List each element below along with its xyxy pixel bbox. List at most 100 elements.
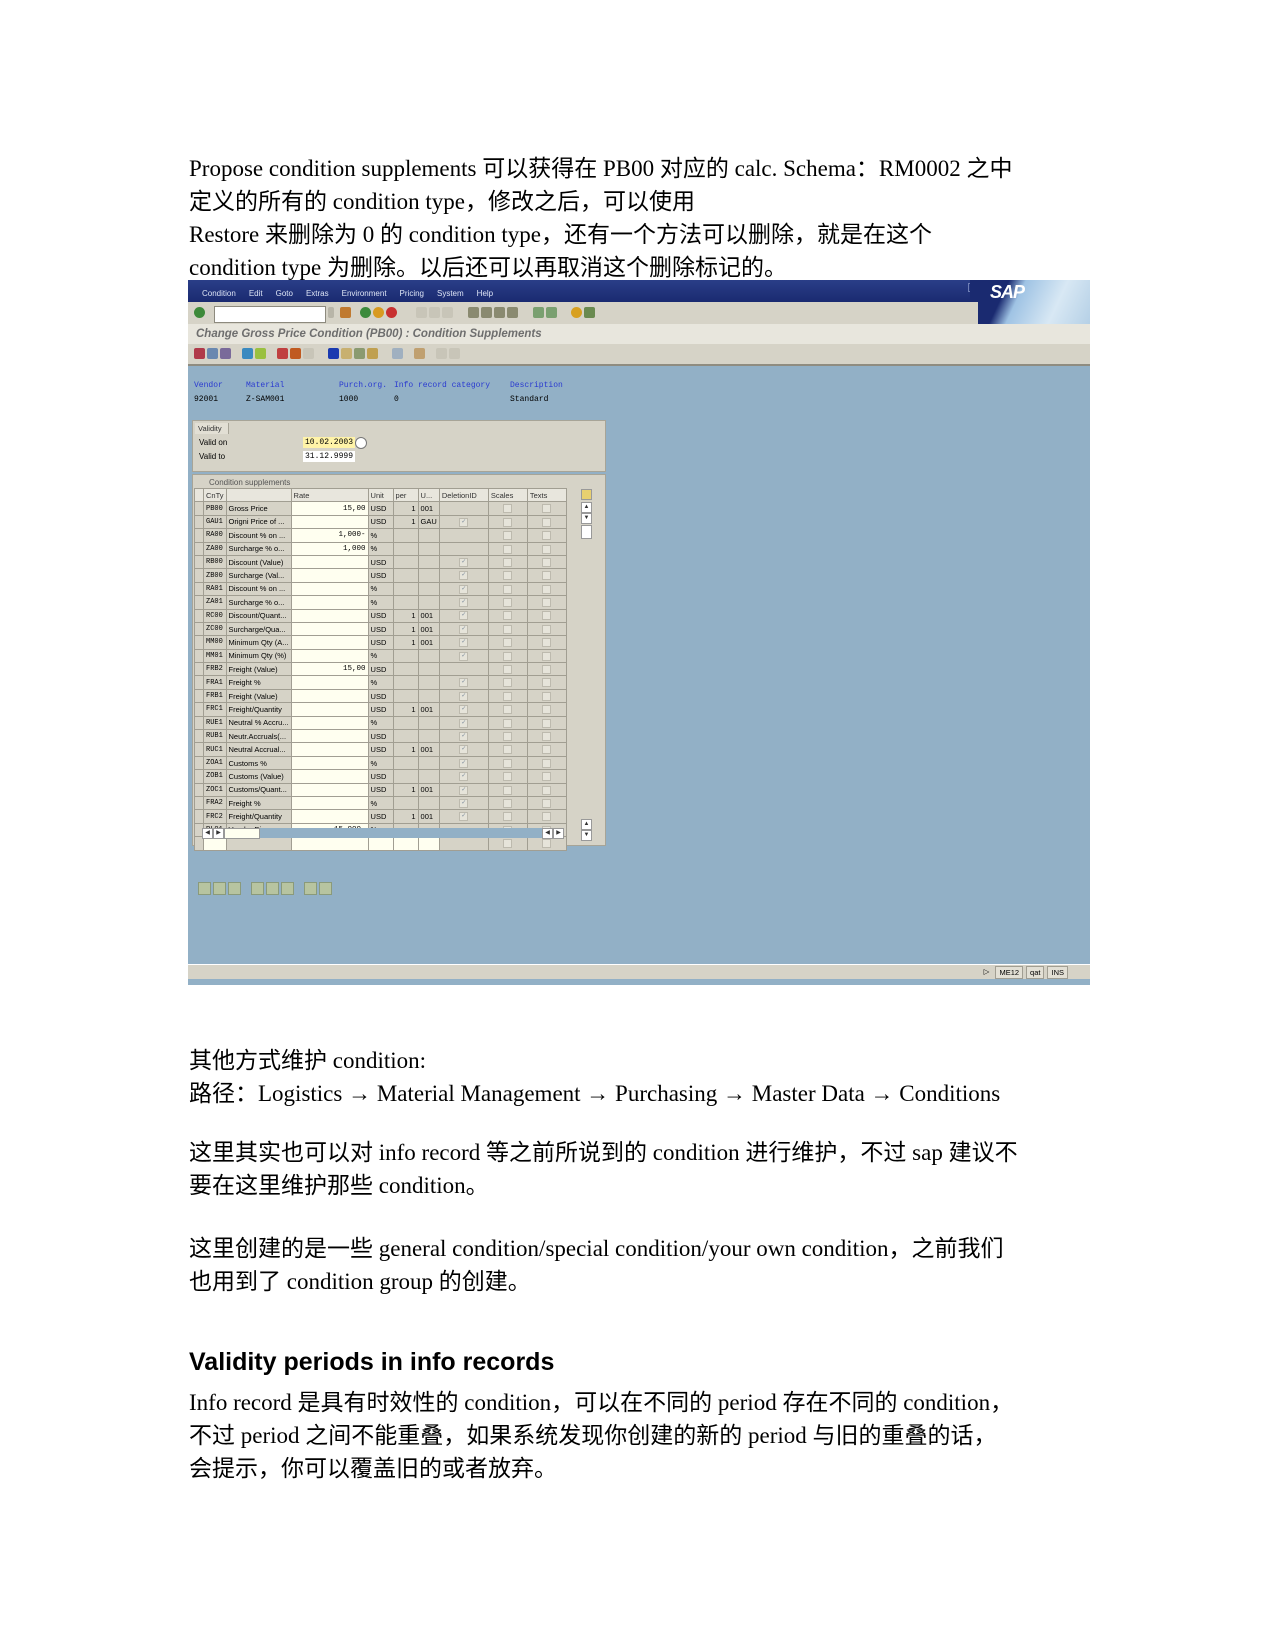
texts-checkbox[interactable] bbox=[542, 624, 552, 634]
table-row[interactable]: PB00 Gross Price 15,00 USD 1 001 bbox=[194, 501, 567, 516]
table-row[interactable]: FRB1 Freight (Value) USD ✓ bbox=[194, 688, 567, 704]
texts-checkbox[interactable] bbox=[542, 665, 552, 675]
deletion-checkbox[interactable]: ✓ bbox=[459, 571, 469, 581]
table-row[interactable]: ZOA1 Customs %% ✓ bbox=[194, 755, 567, 771]
texts-checkbox[interactable] bbox=[542, 798, 552, 808]
deletion-checkbox[interactable]: ✓ bbox=[459, 651, 469, 661]
scales-checkbox[interactable] bbox=[503, 785, 513, 795]
rate-input[interactable] bbox=[290, 554, 369, 570]
rate-input[interactable] bbox=[290, 702, 369, 717]
texts-cell[interactable] bbox=[526, 688, 567, 704]
rate-input[interactable] bbox=[290, 769, 369, 784]
deletion-id-cell[interactable] bbox=[438, 836, 489, 851]
deletion-id-cell[interactable]: ✓ bbox=[438, 635, 489, 650]
horizontal-scrollbar[interactable]: ◀ ▶ ◀ ▶ bbox=[202, 828, 564, 839]
scales-checkbox[interactable] bbox=[503, 598, 513, 608]
row-selector[interactable] bbox=[194, 675, 204, 690]
scales-checkbox[interactable] bbox=[503, 745, 513, 755]
cancel-icon[interactable] bbox=[386, 307, 397, 318]
texts-checkbox[interactable] bbox=[542, 584, 552, 594]
texts-cell[interactable] bbox=[526, 648, 567, 664]
texts-checkbox[interactable] bbox=[542, 758, 552, 768]
texts-checkbox[interactable] bbox=[542, 504, 552, 514]
rate-input[interactable] bbox=[290, 809, 369, 824]
sort-descending-icon[interactable] bbox=[319, 882, 332, 895]
table-row[interactable]: FRC2 Freight/Quantity USD 1 001 ✓ bbox=[194, 809, 567, 824]
table-row[interactable]: FRA2 Freight %% ✓ bbox=[194, 795, 567, 811]
texts-checkbox[interactable] bbox=[542, 571, 552, 581]
rate-input[interactable]: 15,00 bbox=[290, 662, 369, 677]
texts-cell[interactable] bbox=[526, 755, 567, 771]
deletion-checkbox[interactable]: ✓ bbox=[459, 624, 469, 634]
row-selector[interactable] bbox=[194, 554, 204, 570]
rate-input[interactable] bbox=[290, 836, 369, 851]
row-selector[interactable] bbox=[194, 795, 204, 811]
column-header-unit[interactable]: Unit bbox=[367, 487, 394, 503]
texts-cell[interactable] bbox=[526, 795, 567, 811]
deletion-checkbox[interactable]: ✓ bbox=[459, 758, 469, 768]
deletion-checkbox[interactable]: ✓ bbox=[459, 772, 469, 782]
scales-cell[interactable] bbox=[487, 528, 528, 543]
last-page-icon[interactable] bbox=[507, 307, 518, 318]
table-row[interactable]: ZC00 Surcharge/Qua... USD 1 001 ✓ bbox=[194, 621, 567, 637]
row-selector[interactable] bbox=[194, 568, 204, 583]
scales-checkbox[interactable] bbox=[503, 557, 513, 567]
scales-checkbox[interactable] bbox=[503, 705, 513, 715]
texts-cell[interactable] bbox=[526, 528, 567, 543]
deletion-checkbox[interactable]: ✓ bbox=[459, 557, 469, 567]
previous-record-icon[interactable] bbox=[436, 348, 447, 359]
page-up-button[interactable]: ▲ bbox=[581, 819, 592, 830]
scales-checkbox[interactable] bbox=[503, 839, 513, 849]
scroll-down-button[interactable]: ▼ bbox=[581, 513, 592, 524]
scroll-right-button[interactable]: ▶ bbox=[213, 828, 224, 839]
scales-checkbox[interactable] bbox=[503, 678, 513, 688]
exit-icon[interactable] bbox=[373, 307, 384, 318]
select-all-cell[interactable] bbox=[194, 487, 204, 503]
texts-checkbox[interactable] bbox=[542, 705, 552, 715]
row-selector[interactable] bbox=[194, 755, 204, 771]
table-row[interactable]: FRB2 Freight (Value) 15,00 USD bbox=[194, 662, 567, 677]
table-row[interactable]: RUC1 Neutral Accrual... USD 1 001 ✓ bbox=[194, 742, 567, 757]
scales-checkbox[interactable] bbox=[503, 665, 513, 675]
deletion-id-cell[interactable]: ✓ bbox=[438, 769, 489, 784]
find-next-icon[interactable] bbox=[442, 307, 453, 318]
edit-icon[interactable] bbox=[303, 348, 314, 359]
deletion-checkbox[interactable]: ✓ bbox=[459, 785, 469, 795]
table-row[interactable]: MM01 Minimum Qty (%)% ✓ bbox=[194, 648, 567, 664]
deletion-checkbox[interactable]: ✓ bbox=[459, 584, 469, 594]
deletion-id-cell[interactable]: ✓ bbox=[438, 782, 489, 797]
row-selector[interactable] bbox=[194, 769, 204, 784]
texts-checkbox[interactable] bbox=[542, 691, 552, 701]
scroll-left-button[interactable]: ◀ bbox=[202, 828, 213, 839]
texts-checkbox[interactable] bbox=[542, 598, 552, 608]
deletion-id-cell[interactable] bbox=[438, 541, 489, 556]
scales-cell[interactable] bbox=[487, 595, 528, 610]
copy-icon[interactable] bbox=[414, 348, 425, 359]
table-row[interactable]: RC00 Discount/Quant... USD 1 001 ✓ bbox=[194, 608, 567, 623]
menu-extras[interactable]: Extras bbox=[306, 289, 329, 298]
scales-cell[interactable] bbox=[487, 675, 528, 690]
scales-icon[interactable] bbox=[367, 348, 378, 359]
scales-cell[interactable] bbox=[487, 769, 528, 784]
validity-tab[interactable]: Validity bbox=[195, 423, 229, 434]
rate-input[interactable] bbox=[290, 514, 369, 530]
row-selector[interactable] bbox=[194, 729, 204, 744]
scales-checkbox[interactable] bbox=[503, 584, 513, 594]
rate-input[interactable]: 1,000 bbox=[290, 541, 369, 556]
deletion-checkbox[interactable]: ✓ bbox=[459, 718, 469, 728]
scales-cell[interactable] bbox=[487, 715, 528, 731]
user-icon[interactable] bbox=[392, 348, 403, 359]
table-row[interactable]: ZB00 Surcharge (Val... USD ✓ bbox=[194, 568, 567, 583]
rate-input[interactable] bbox=[290, 782, 369, 797]
create-shortcut-icon[interactable] bbox=[546, 307, 557, 318]
scales-checkbox[interactable] bbox=[503, 651, 513, 661]
scales-checkbox[interactable] bbox=[503, 758, 513, 768]
scales-cell[interactable] bbox=[487, 501, 528, 516]
table-row[interactable]: ZOB1 Customs (Value) USD ✓ bbox=[194, 769, 567, 784]
deletion-id-cell[interactable] bbox=[438, 501, 489, 516]
scales-cell[interactable] bbox=[487, 635, 528, 650]
texts-cell[interactable] bbox=[526, 581, 567, 597]
scales-checkbox[interactable] bbox=[503, 638, 513, 648]
info-icon[interactable] bbox=[328, 348, 339, 359]
table-row[interactable]: GAU1 Origni Price of ... USD 1 GAU ✓ bbox=[194, 514, 567, 530]
